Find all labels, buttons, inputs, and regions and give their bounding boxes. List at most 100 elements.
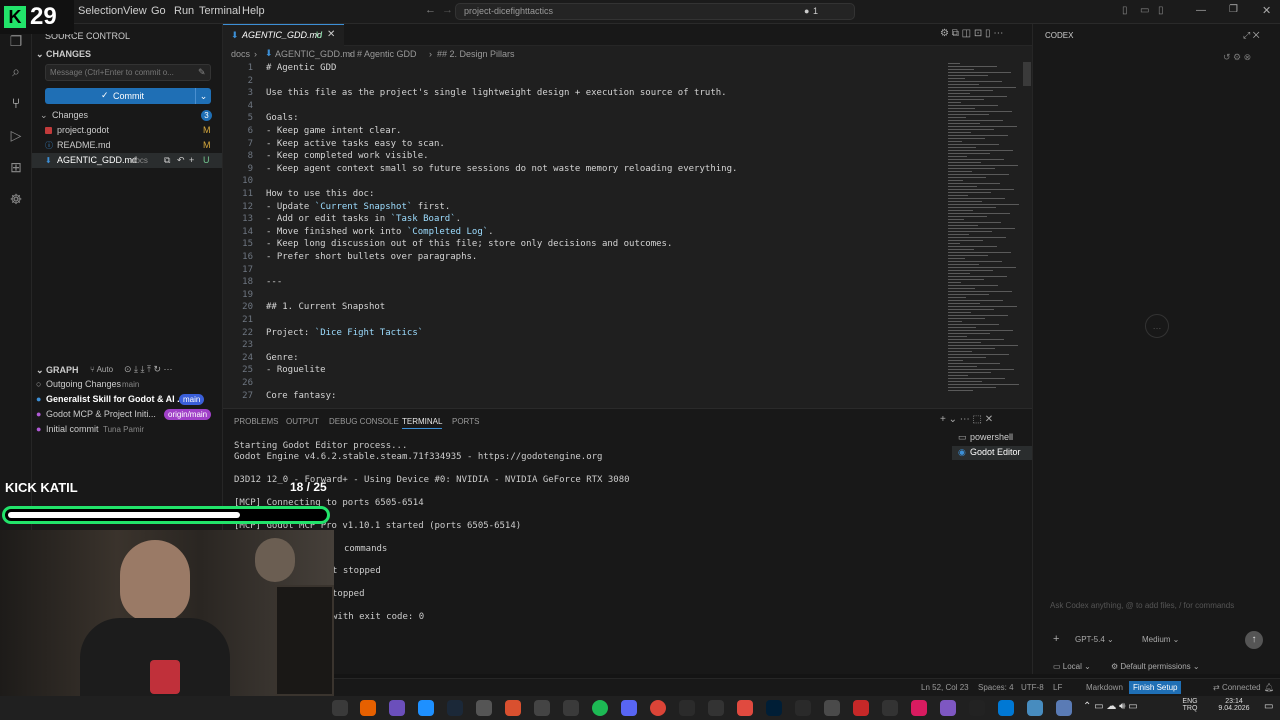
maximize-icon[interactable]: ❐ xyxy=(1229,4,1238,15)
code-line[interactable]: - Keep active tasks easy to scan. xyxy=(266,139,445,149)
changed-file-row[interactable]: ⓘ README.md M xyxy=(32,138,222,153)
command-center-search[interactable]: project-dicefighttactics ● 1 xyxy=(455,3,855,20)
code-line[interactable]: - Add or edit tasks in `Task Board`. xyxy=(266,214,461,224)
code-line[interactable]: Core fantasy: xyxy=(266,391,336,401)
code-line[interactable]: ## 1. Current Snapshot xyxy=(266,302,385,312)
panel-actions-icon[interactable]: + ⌄ ⋯ ⬚ ✕ xyxy=(940,414,993,425)
codex-input-placeholder[interactable]: Ask Codex anything, @ to add files, / fo… xyxy=(1050,601,1234,610)
code-line[interactable]: - Keep game intent clear. xyxy=(266,126,401,136)
menu-view[interactable]: View xyxy=(123,5,147,17)
breadcrumb-item[interactable]: # Agentic GDD xyxy=(357,49,417,59)
code-line[interactable]: - Prefer short bullets over paragraphs. xyxy=(266,252,477,262)
app-icon[interactable] xyxy=(476,700,492,716)
graph-row[interactable]: ● Godot MCP & Project Initi... origin/ma… xyxy=(32,407,222,422)
terminal-list-item[interactable]: ◉ Godot Editor xyxy=(952,446,1032,460)
codex-toolbar-icon[interactable]: ↺ ⚙ ⊗ xyxy=(1223,52,1251,63)
clock-app-icon[interactable] xyxy=(332,700,348,716)
steam-icon[interactable] xyxy=(447,700,463,716)
graph-actions-icon[interactable]: ⊙ ⤓ ⤓ ⤒ ↻ ⋯ xyxy=(124,364,173,375)
panel-tab-output[interactable]: OUTPUT xyxy=(286,417,319,426)
send-arrow-icon[interactable]: ↑ xyxy=(1245,631,1263,649)
back-arrow-icon[interactable]: ← xyxy=(425,4,436,16)
connected-status[interactable]: ⇄ Connected xyxy=(1213,683,1261,692)
unity-icon[interactable] xyxy=(969,700,985,716)
permissions-select[interactable]: ⚙ Default permissions ⌄ xyxy=(1111,662,1200,671)
line-ending[interactable]: LF xyxy=(1053,683,1062,692)
chrome-icon[interactable] xyxy=(650,700,666,716)
notifications-icon[interactable]: 🔔︎ xyxy=(1264,683,1274,692)
language-mode[interactable]: Markdown xyxy=(1086,683,1123,692)
code-line[interactable]: - Roguelite xyxy=(266,365,326,375)
menu-run[interactable]: Run xyxy=(174,5,194,17)
discord-icon[interactable] xyxy=(621,700,637,716)
cursor-position[interactable]: Ln 52, Col 23 xyxy=(921,683,969,692)
browser-icon[interactable] xyxy=(418,700,434,716)
open-file-icon[interactable]: ⧉ xyxy=(164,153,170,168)
code-line[interactable]: # Agentic GDD xyxy=(266,63,336,73)
codex-header-actions-icon[interactable]: ⤢ ✕ xyxy=(1243,30,1260,41)
code-line[interactable]: --- xyxy=(266,277,282,287)
code-line[interactable]: - Keep agent context small so future ses… xyxy=(266,164,737,174)
indentation[interactable]: Spaces: 4 xyxy=(978,683,1014,692)
menu-selection[interactable]: Selection xyxy=(78,5,123,17)
code-line[interactable]: Project: `Dice Fight Tactics` xyxy=(266,328,423,338)
menu-go[interactable]: Go xyxy=(151,5,166,17)
extensions-icon[interactable]: ⊞ xyxy=(7,158,25,176)
finish-setup-button[interactable]: Finish Setup xyxy=(1129,681,1182,694)
app-icon[interactable] xyxy=(737,700,753,716)
add-icon[interactable]: + xyxy=(1053,633,1059,645)
codex-icon[interactable]: ☸ xyxy=(7,190,25,208)
minimap[interactable] xyxy=(943,62,1032,408)
changed-file-row[interactable]: project.godot M xyxy=(32,123,222,138)
graph-section-header[interactable]: ⌄ GRAPH xyxy=(36,365,79,376)
layout-sidebar-icon[interactable]: ▯ xyxy=(1122,5,1128,16)
menu-help[interactable]: Help xyxy=(242,5,265,17)
code-line[interactable]: Genre: xyxy=(266,353,299,363)
code-line[interactable]: - Keep completed work visible. xyxy=(266,151,429,161)
changed-file-row[interactable]: ⬇ AGENTIC_GDD.md docs ⧉ ↶ + U xyxy=(32,153,222,168)
commit-message-input[interactable]: Message (Ctrl+Enter to commit o... ✎ xyxy=(45,64,211,81)
editor-scrollbar-thumb[interactable] xyxy=(1023,62,1031,86)
graph-row[interactable]: ● Initial commit Tuna Pamir xyxy=(32,422,222,437)
code-line[interactable]: How to use this doc: xyxy=(266,189,374,199)
graph-auto-toggle[interactable]: ⑂ Auto xyxy=(90,365,113,374)
panel-tab-problems[interactable]: PROBLEMS xyxy=(234,417,278,426)
photoshop-icon[interactable] xyxy=(766,700,782,716)
clock[interactable]: 23:14 9.04.2026 xyxy=(1212,698,1256,712)
source-control-icon[interactable]: ⑂ xyxy=(7,94,25,112)
app-icon[interactable] xyxy=(708,700,724,716)
app-icon[interactable] xyxy=(563,700,579,716)
notification-center-icon[interactable]: ▭ xyxy=(1264,701,1273,712)
input-language[interactable]: ENG TRQ xyxy=(1181,698,1199,712)
effort-select[interactable]: Medium ⌄ xyxy=(1142,635,1179,644)
vscode-icon[interactable] xyxy=(998,700,1014,716)
spotify-icon[interactable] xyxy=(592,700,608,716)
minimize-icon[interactable]: — xyxy=(1196,5,1206,16)
code-line[interactable]: - Move finished work into `Completed Log… xyxy=(266,227,494,237)
graph-row[interactable]: ● Generalist Skill for Godot & AI ... ma… xyxy=(32,392,222,407)
app-icon[interactable] xyxy=(940,700,956,716)
layout-secondary-icon[interactable]: ▯ xyxy=(1158,5,1164,16)
sparkle-icon[interactable]: ✎ xyxy=(198,67,206,78)
commit-button[interactable]: ✓ Commit ⌄ xyxy=(45,88,211,104)
encoding[interactable]: UTF-8 xyxy=(1021,683,1044,692)
explorer-icon[interactable]: ❐ xyxy=(7,32,25,50)
discard-icon[interactable]: ↶ xyxy=(177,153,185,168)
terminal-app-icon[interactable] xyxy=(679,700,695,716)
search-icon[interactable]: ⌕ xyxy=(7,62,25,80)
graph-row[interactable]: ○ Outgoing Changes main xyxy=(32,377,222,392)
epic-games-icon[interactable] xyxy=(795,700,811,716)
commit-dropdown-chevron-icon[interactable]: ⌄ xyxy=(195,88,211,104)
stage-icon[interactable]: + xyxy=(189,153,194,168)
breadcrumb-item[interactable]: AGENTIC_GDD.md xyxy=(275,49,355,59)
layout-panel-icon[interactable]: ▭ xyxy=(1140,5,1149,16)
app-icon[interactable] xyxy=(911,700,927,716)
terminal-list-item[interactable]: ▭ powershell xyxy=(952,431,1032,445)
app-icon[interactable] xyxy=(505,700,521,716)
github-icon[interactable] xyxy=(534,700,550,716)
firefox-icon[interactable] xyxy=(360,700,376,716)
close-tab-icon[interactable]: ✕ xyxy=(327,29,335,40)
forward-arrow-icon[interactable]: → xyxy=(442,4,453,16)
editor-actions-icon[interactable]: ⚙ ⧉ ◫ ⊡ ▯ ⋯ xyxy=(940,28,1003,39)
menu-terminal[interactable]: Terminal xyxy=(199,5,241,17)
